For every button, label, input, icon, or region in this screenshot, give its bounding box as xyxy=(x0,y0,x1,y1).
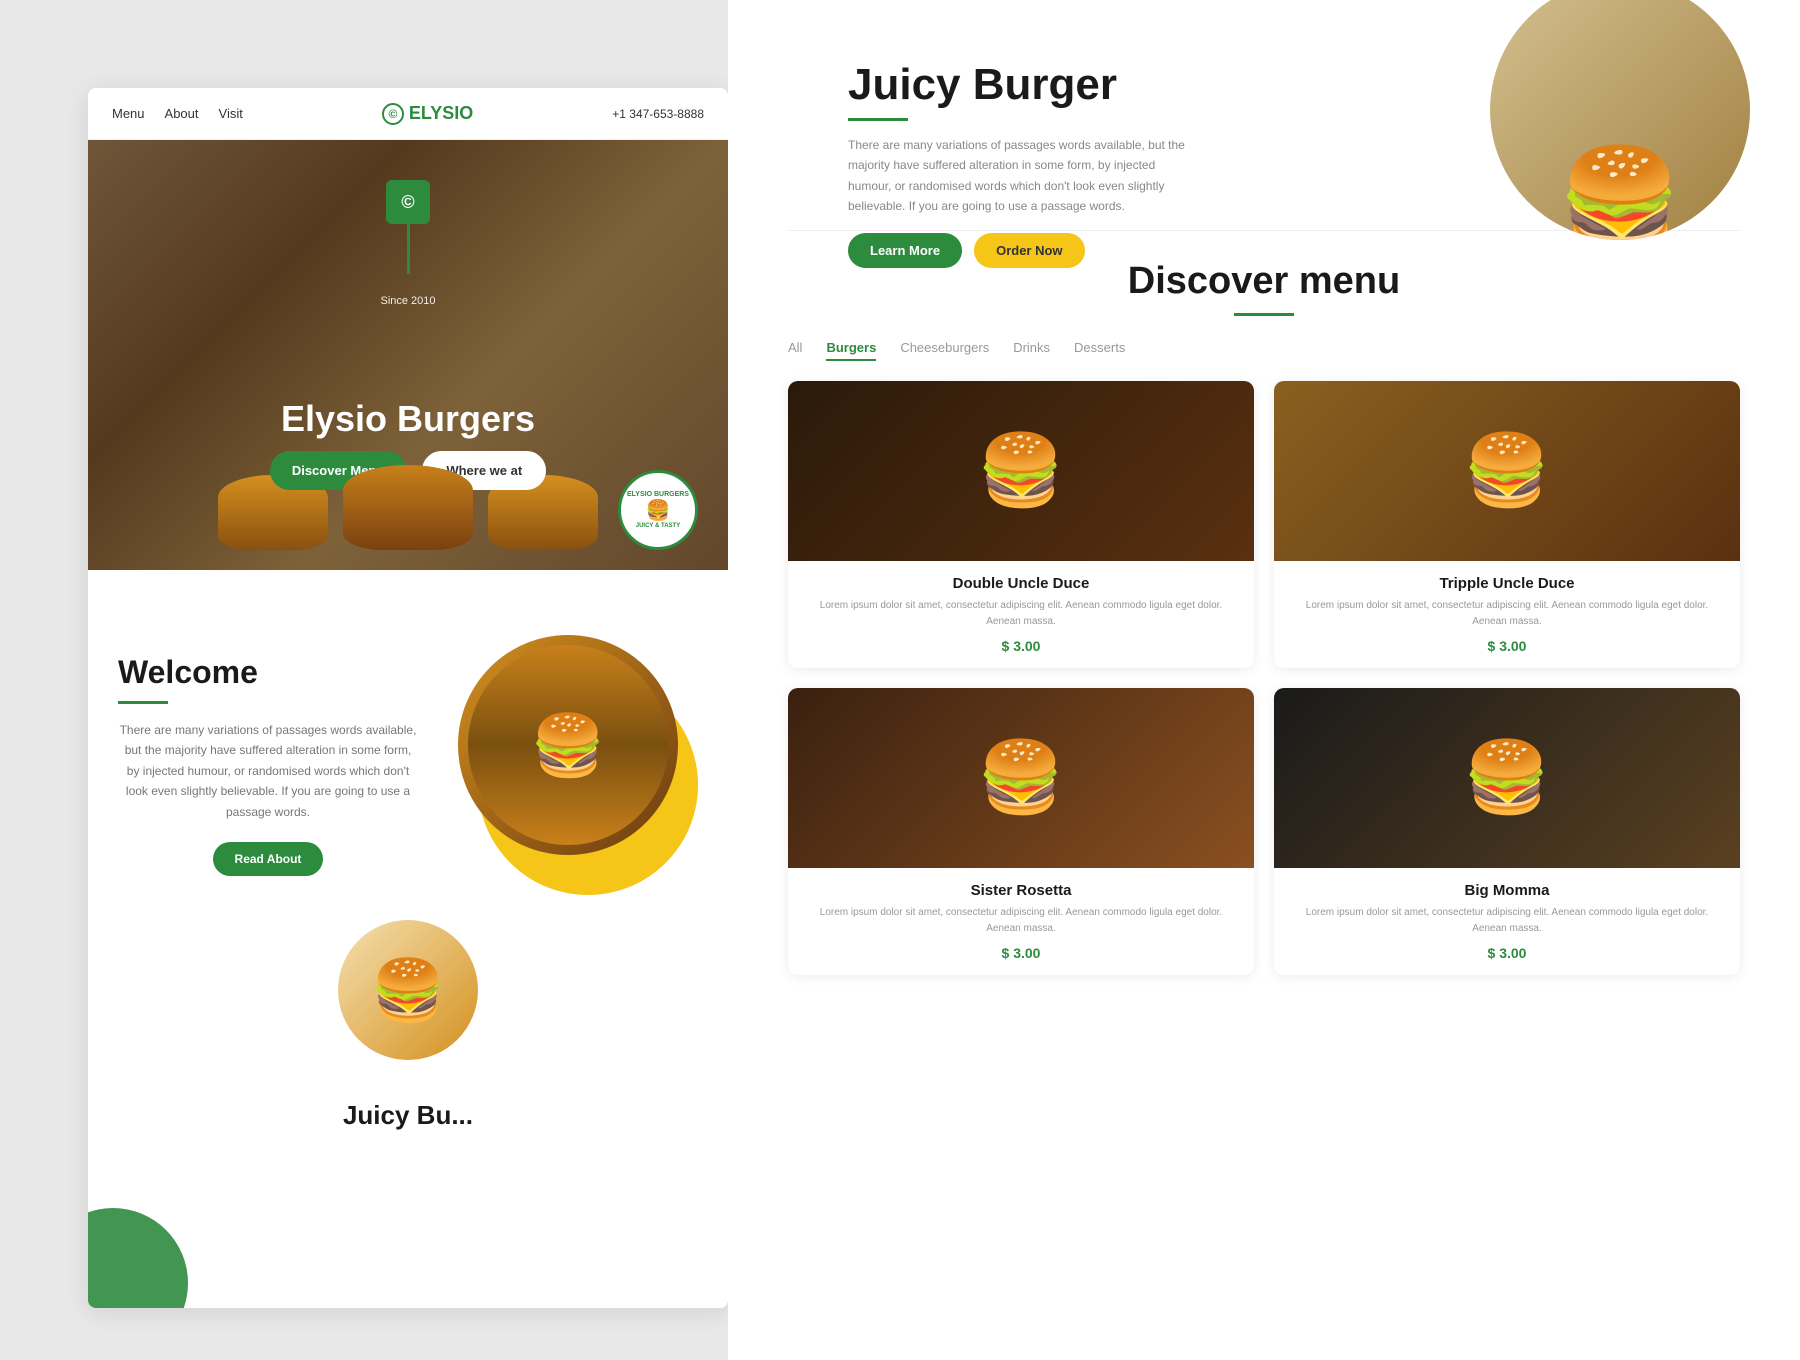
badge-tagline: JUICY & TASTY xyxy=(636,523,680,529)
juicy-buttons: Learn More Order Now xyxy=(848,233,1188,268)
discover-underline xyxy=(1234,313,1294,316)
menu-card-1-name: Tripple Uncle Duce xyxy=(1288,575,1726,592)
hero-flag: © xyxy=(386,180,430,274)
food-hero-image: 🍔 xyxy=(1490,0,1770,260)
hero-badge: ELYSIO BURGERS 🍔 JUICY & TASTY xyxy=(618,470,698,550)
menu-card-3-name: Big Momma xyxy=(1288,882,1726,899)
flag-pole xyxy=(407,224,410,274)
tab-burgers[interactable]: Burgers xyxy=(826,336,876,361)
juicy-bottom-section: 🍔 Juicy Bu... xyxy=(88,960,728,1308)
tab-all[interactable]: All xyxy=(788,336,802,361)
nav-menu-link[interactable]: Menu xyxy=(112,106,145,121)
burger-2 xyxy=(343,465,473,550)
badge-brand: ELYSIO BURGERS xyxy=(627,491,689,498)
welcome-food-image: 🍔 xyxy=(458,635,678,855)
menu-tabs: All Burgers Cheeseburgers Drinks Dessert… xyxy=(788,336,1740,361)
order-now-button[interactable]: Order Now xyxy=(974,233,1084,268)
welcome-title: Welcome xyxy=(118,654,418,691)
logo-text: ELYSIO xyxy=(409,103,473,124)
food-circle-image: 🍔 xyxy=(1490,0,1750,240)
juicy-text-block: Juicy Burger There are many variations o… xyxy=(788,30,1188,268)
tab-drinks[interactable]: Drinks xyxy=(1013,336,1050,361)
menu-card-0-body: Double Uncle Duce Lorem ipsum dolor sit … xyxy=(788,561,1254,668)
juicy-title-underline xyxy=(848,118,908,121)
welcome-underline xyxy=(118,701,168,704)
juicy-burger-section: 🍔 Juicy Burger There are many variations… xyxy=(728,0,1800,230)
menu-card-0-price: $ 3.00 xyxy=(802,638,1240,654)
navbar-phone: +1 347-653-8888 xyxy=(612,107,704,121)
menu-card-2-desc: Lorem ipsum dolor sit amet, consectetur … xyxy=(802,905,1240,937)
menu-grid: 🍔 Double Uncle Duce Lorem ipsum dolor si… xyxy=(788,381,1740,975)
menu-card-1-price: $ 3.00 xyxy=(1288,638,1726,654)
learn-more-button[interactable]: Learn More xyxy=(848,233,962,268)
logo-icon: © xyxy=(382,103,404,125)
juicy-burger-description: There are many variations of passages wo… xyxy=(848,135,1188,217)
right-panel: 🍔 Juicy Burger There are many variations… xyxy=(728,0,1800,1360)
navbar-links: Menu About Visit xyxy=(112,106,243,121)
menu-card-3-price: $ 3.00 xyxy=(1288,945,1726,961)
left-panel: Menu About Visit © ELYSIO +1 347-653-888… xyxy=(88,88,728,1308)
menu-card-0: 🍔 Double Uncle Duce Lorem ipsum dolor si… xyxy=(788,381,1254,668)
badge-burger-icon: 🍔 xyxy=(646,498,671,523)
menu-card-2: 🍔 Sister Rosetta Lorem ipsum dolor sit a… xyxy=(788,688,1254,975)
hero-since-text: Since 2010 xyxy=(380,295,435,307)
menu-card-2-price: $ 3.00 xyxy=(802,945,1240,961)
navbar-logo: © ELYSIO xyxy=(382,103,473,125)
menu-card-3: 🍔 Big Momma Lorem ipsum dolor sit amet, … xyxy=(1274,688,1740,975)
welcome-section: Welcome There are many variations of pas… xyxy=(88,570,728,960)
nav-visit-link[interactable]: Visit xyxy=(219,106,243,121)
juicy-circle-image: 🍔 xyxy=(338,920,478,1060)
tab-cheeseburgers[interactable]: Cheeseburgers xyxy=(900,336,989,361)
hero-title: Elysio Burgers xyxy=(88,398,728,440)
hero-section: © Since 2010 Elysio Burgers Discover Men… xyxy=(88,140,728,570)
welcome-image-area: 🍔 xyxy=(438,635,698,895)
menu-card-0-desc: Lorem ipsum dolor sit amet, consectetur … xyxy=(802,598,1240,630)
navbar: Menu About Visit © ELYSIO +1 347-653-888… xyxy=(88,88,728,140)
menu-card-3-body: Big Momma Lorem ipsum dolor sit amet, co… xyxy=(1274,868,1740,975)
welcome-description: There are many variations of passages wo… xyxy=(118,720,418,822)
menu-card-3-desc: Lorem ipsum dolor sit amet, consectetur … xyxy=(1288,905,1726,937)
food-hand-burger: 🍔 xyxy=(1558,150,1683,240)
menu-card-1: 🍔 Tripple Uncle Duce Lorem ipsum dolor s… xyxy=(1274,381,1740,668)
juicy-title-bottom: Juicy Bu... xyxy=(343,1100,473,1131)
menu-card-0-name: Double Uncle Duce xyxy=(802,575,1240,592)
food-burger-icon: 🍔 xyxy=(468,645,668,845)
juicy-burger-title: Juicy Burger xyxy=(848,60,1188,110)
menu-card-1-desc: Lorem ipsum dolor sit amet, consectetur … xyxy=(1288,598,1726,630)
menu-card-1-body: Tripple Uncle Duce Lorem ipsum dolor sit… xyxy=(1274,561,1740,668)
welcome-text-block: Welcome There are many variations of pas… xyxy=(118,654,438,876)
menu-card-3-image: 🍔 xyxy=(1274,688,1740,868)
nav-about-link[interactable]: About xyxy=(165,106,199,121)
discover-section: Discover menu All Burgers Cheeseburgers … xyxy=(728,240,1800,975)
hero-logo-flag: © xyxy=(386,180,430,224)
menu-card-2-name: Sister Rosetta xyxy=(802,882,1240,899)
tab-desserts[interactable]: Desserts xyxy=(1074,336,1125,361)
menu-card-2-body: Sister Rosetta Lorem ipsum dolor sit ame… xyxy=(788,868,1254,975)
menu-card-2-image: 🍔 xyxy=(788,688,1254,868)
menu-card-0-image: 🍔 xyxy=(788,381,1254,561)
menu-card-1-image: 🍔 xyxy=(1274,381,1740,561)
read-about-button[interactable]: Read About xyxy=(213,842,324,876)
